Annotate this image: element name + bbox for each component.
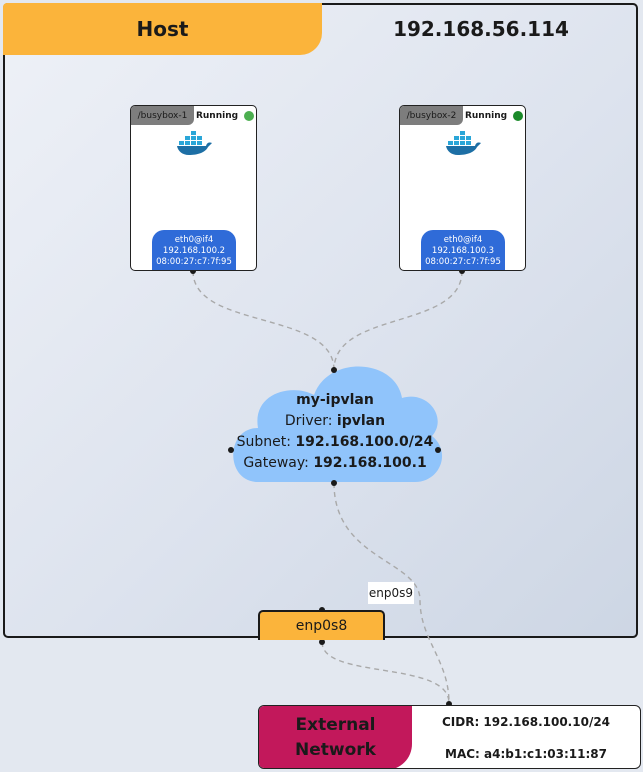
- status-dot-icon: [244, 110, 255, 121]
- subnet-value: 192.168.100.0/24: [295, 434, 434, 450]
- status-text: Running: [195, 110, 239, 121]
- iface-name: eth0@if4: [443, 235, 483, 245]
- network-info[interactable]: my-ipvlan Driver: ipvlan Subnet: 192.168…: [232, 390, 438, 474]
- network-name: my-ipvlan: [296, 392, 374, 408]
- gateway-value: 192.168.100.1: [313, 455, 427, 471]
- container-status: Running: [194, 106, 256, 125]
- iface-name: eth0@if4: [174, 235, 214, 245]
- network-subnet: Subnet: 192.168.100.0/24: [232, 432, 438, 453]
- container-interface[interactable]: eth0@if4 192.168.100.2 08:00:27:c7:7f:95: [152, 230, 236, 270]
- connection-lines: [190, 268, 465, 707]
- container-busybox-2[interactable]: /busybox-2 Running eth0@if4 192.168.100.…: [399, 105, 526, 271]
- external-label-line2: Network: [295, 740, 376, 760]
- parent-interface-label: enp0s9: [368, 582, 414, 604]
- subnet-label: Subnet:: [236, 434, 291, 450]
- external-cidr: CIDR: 192.168.100.10/24: [441, 715, 611, 729]
- external-network-label: External Network: [259, 706, 412, 768]
- port-network-bottom: [331, 480, 337, 486]
- external-network-info: CIDR: 192.168.100.10/24 MAC: a4:b1:c1:03…: [412, 706, 640, 768]
- container-name: /busybox-1: [131, 106, 194, 125]
- status-dot-icon: [513, 110, 524, 121]
- docker-whale-icon: [177, 131, 212, 155]
- driver-value: ipvlan: [336, 413, 386, 429]
- container-name: /busybox-2: [400, 106, 463, 125]
- container-busybox-1[interactable]: /busybox-1 Running eth0@if4 192.168.100.…: [130, 105, 257, 271]
- external-mac: MAC: a4:b1:c1:03:11:87: [445, 747, 607, 761]
- host-interface[interactable]: enp0s8: [258, 610, 385, 640]
- link-enp0s8-external: [321, 641, 450, 704]
- iface-mac: 08:00:27:c7:7f:95: [425, 257, 501, 267]
- port-network-top: [331, 367, 337, 373]
- docker-whale-icon: [446, 131, 481, 155]
- status-text: Running: [464, 110, 508, 121]
- iface-mac: 08:00:27:c7:7f:95: [156, 257, 232, 267]
- iface-ip: 192.168.100.3: [431, 246, 495, 256]
- link-busybox2-network: [333, 270, 463, 371]
- network-gateway: Gateway: 192.168.100.1: [232, 453, 438, 474]
- network-driver: Driver: ipvlan: [232, 411, 438, 432]
- link-busybox1-network: [192, 270, 335, 371]
- external-network[interactable]: External Network CIDR: 192.168.100.10/24…: [258, 705, 641, 769]
- container-interface[interactable]: eth0@if4 192.168.100.3 08:00:27:c7:7f:95: [421, 230, 505, 270]
- iface-ip: 192.168.100.2: [162, 246, 226, 256]
- external-label-line1: External: [295, 715, 376, 735]
- container-status: Running: [463, 106, 525, 125]
- driver-label: Driver:: [284, 413, 333, 429]
- gateway-label: Gateway:: [243, 455, 309, 471]
